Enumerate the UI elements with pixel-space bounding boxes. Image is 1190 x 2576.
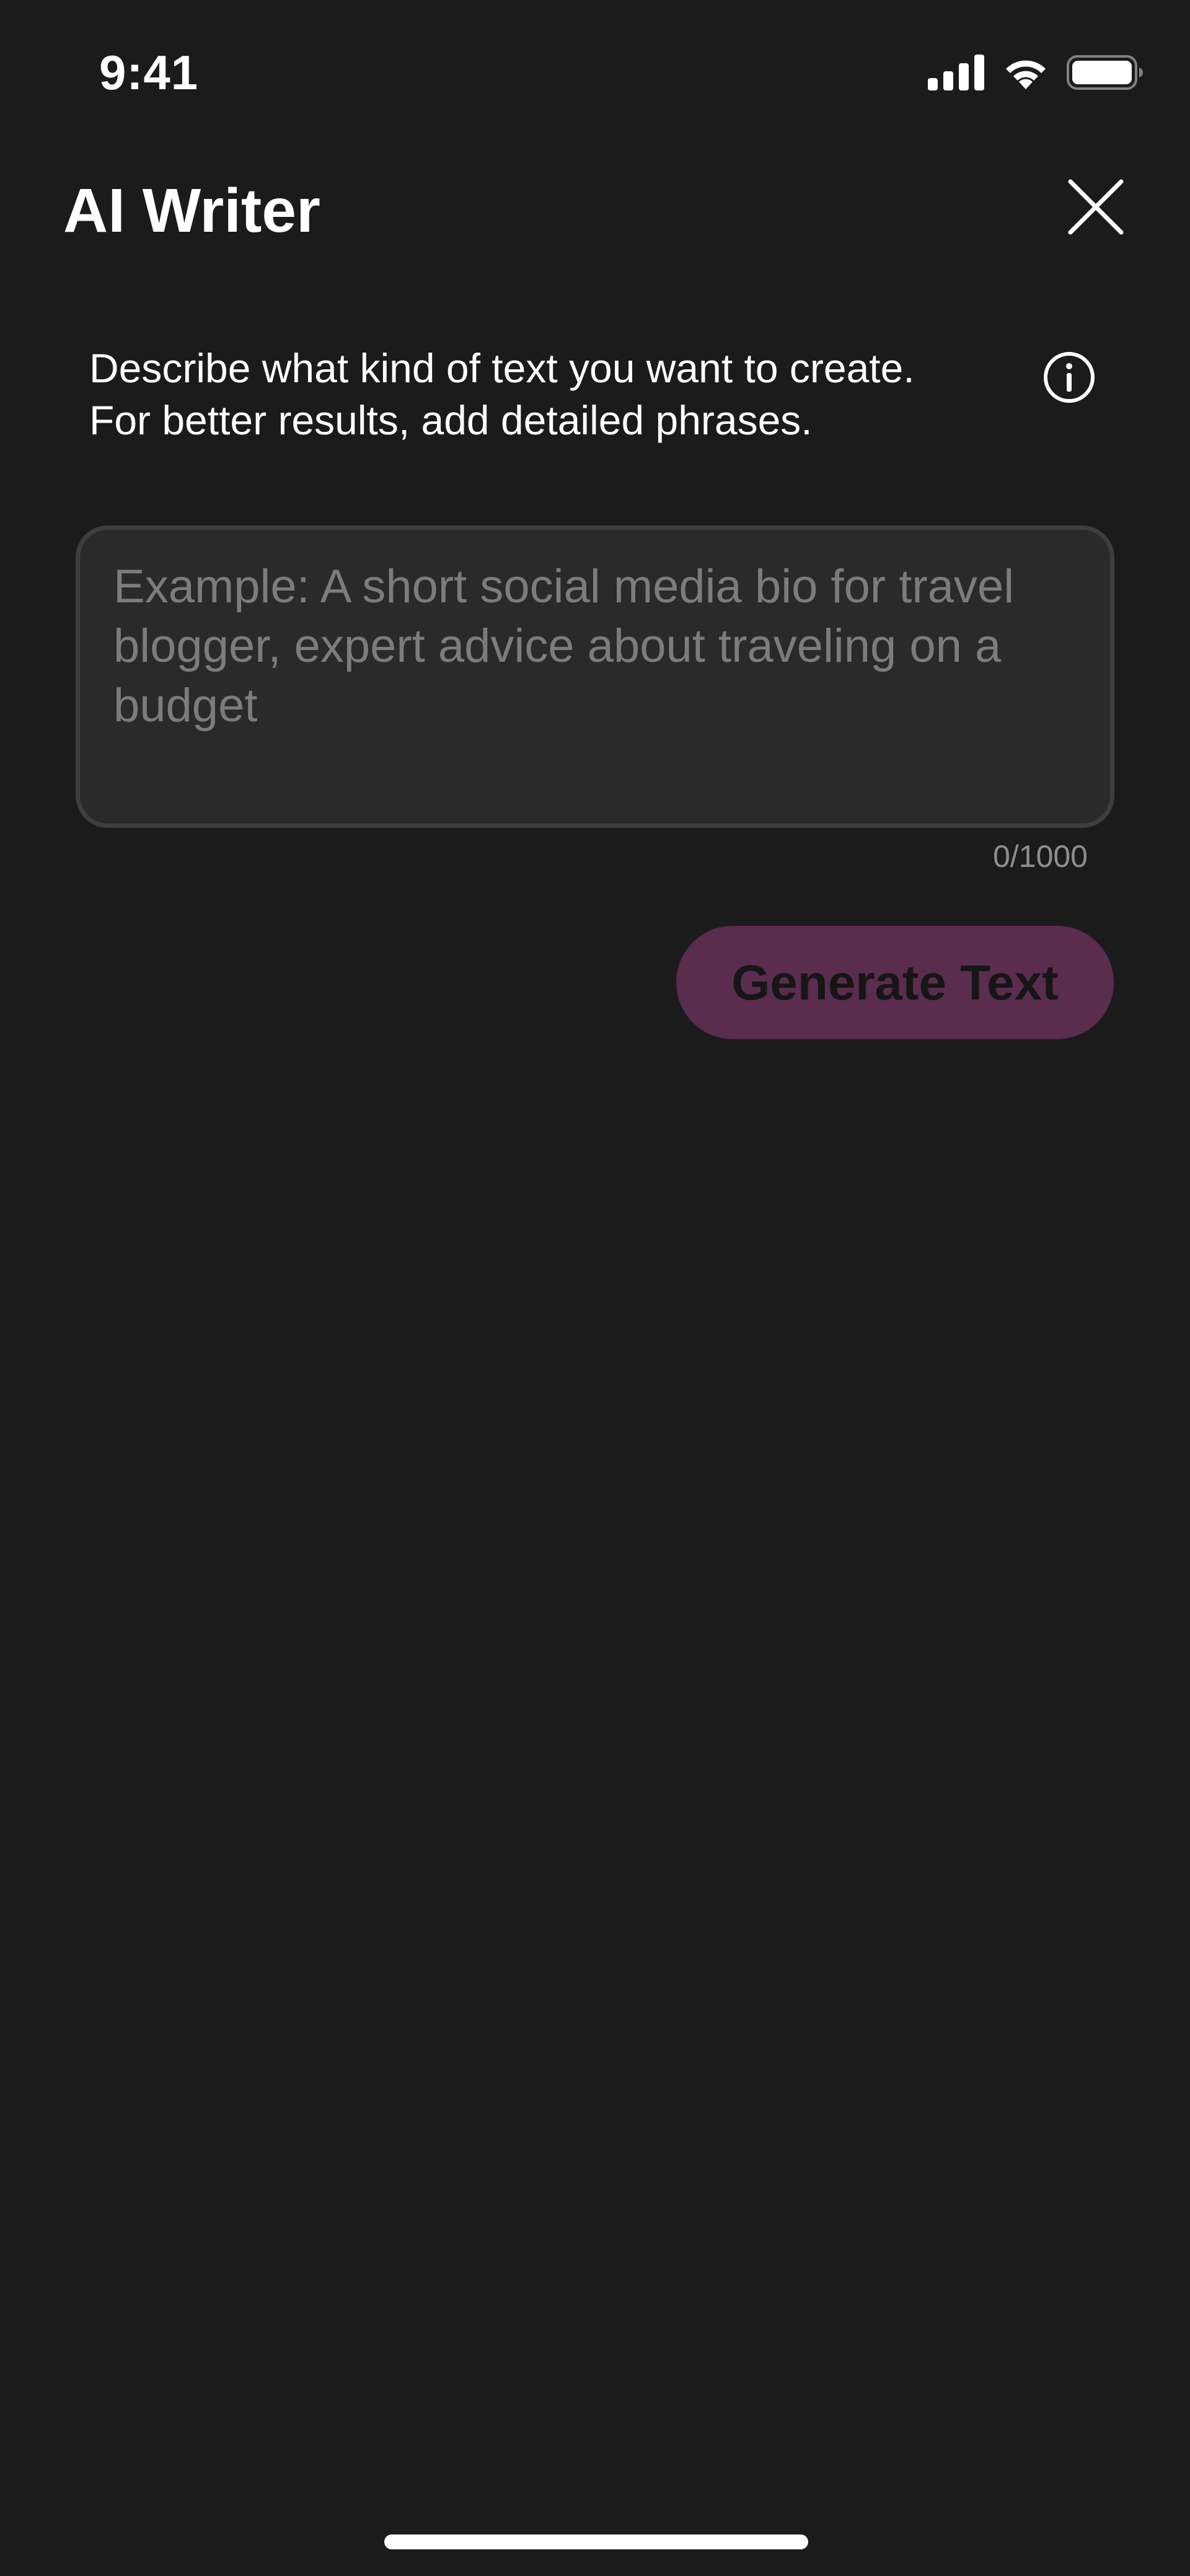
instructions-text: Describe what kind of text you want to c…	[89, 345, 915, 443]
generate-text-button[interactable]: Generate Text	[676, 926, 1114, 1039]
prompt-input[interactable]	[113, 557, 1077, 796]
prompt-container	[76, 525, 1114, 828]
character-counter: 0/1000	[993, 839, 1088, 874]
close-icon	[1068, 179, 1124, 238]
status-bar: 9:41	[0, 0, 1190, 136]
home-indicator[interactable]	[384, 2534, 808, 2549]
status-icons	[928, 52, 1144, 95]
close-button[interactable]	[1066, 178, 1126, 238]
battery-icon	[1067, 55, 1144, 94]
status-time: 9:41	[99, 45, 199, 100]
wifi-icon	[1002, 55, 1049, 94]
cellular-signal-icon	[928, 54, 985, 94]
info-button[interactable]	[1042, 351, 1096, 407]
page-title: AI Writer	[63, 176, 320, 245]
info-icon	[1042, 351, 1096, 407]
